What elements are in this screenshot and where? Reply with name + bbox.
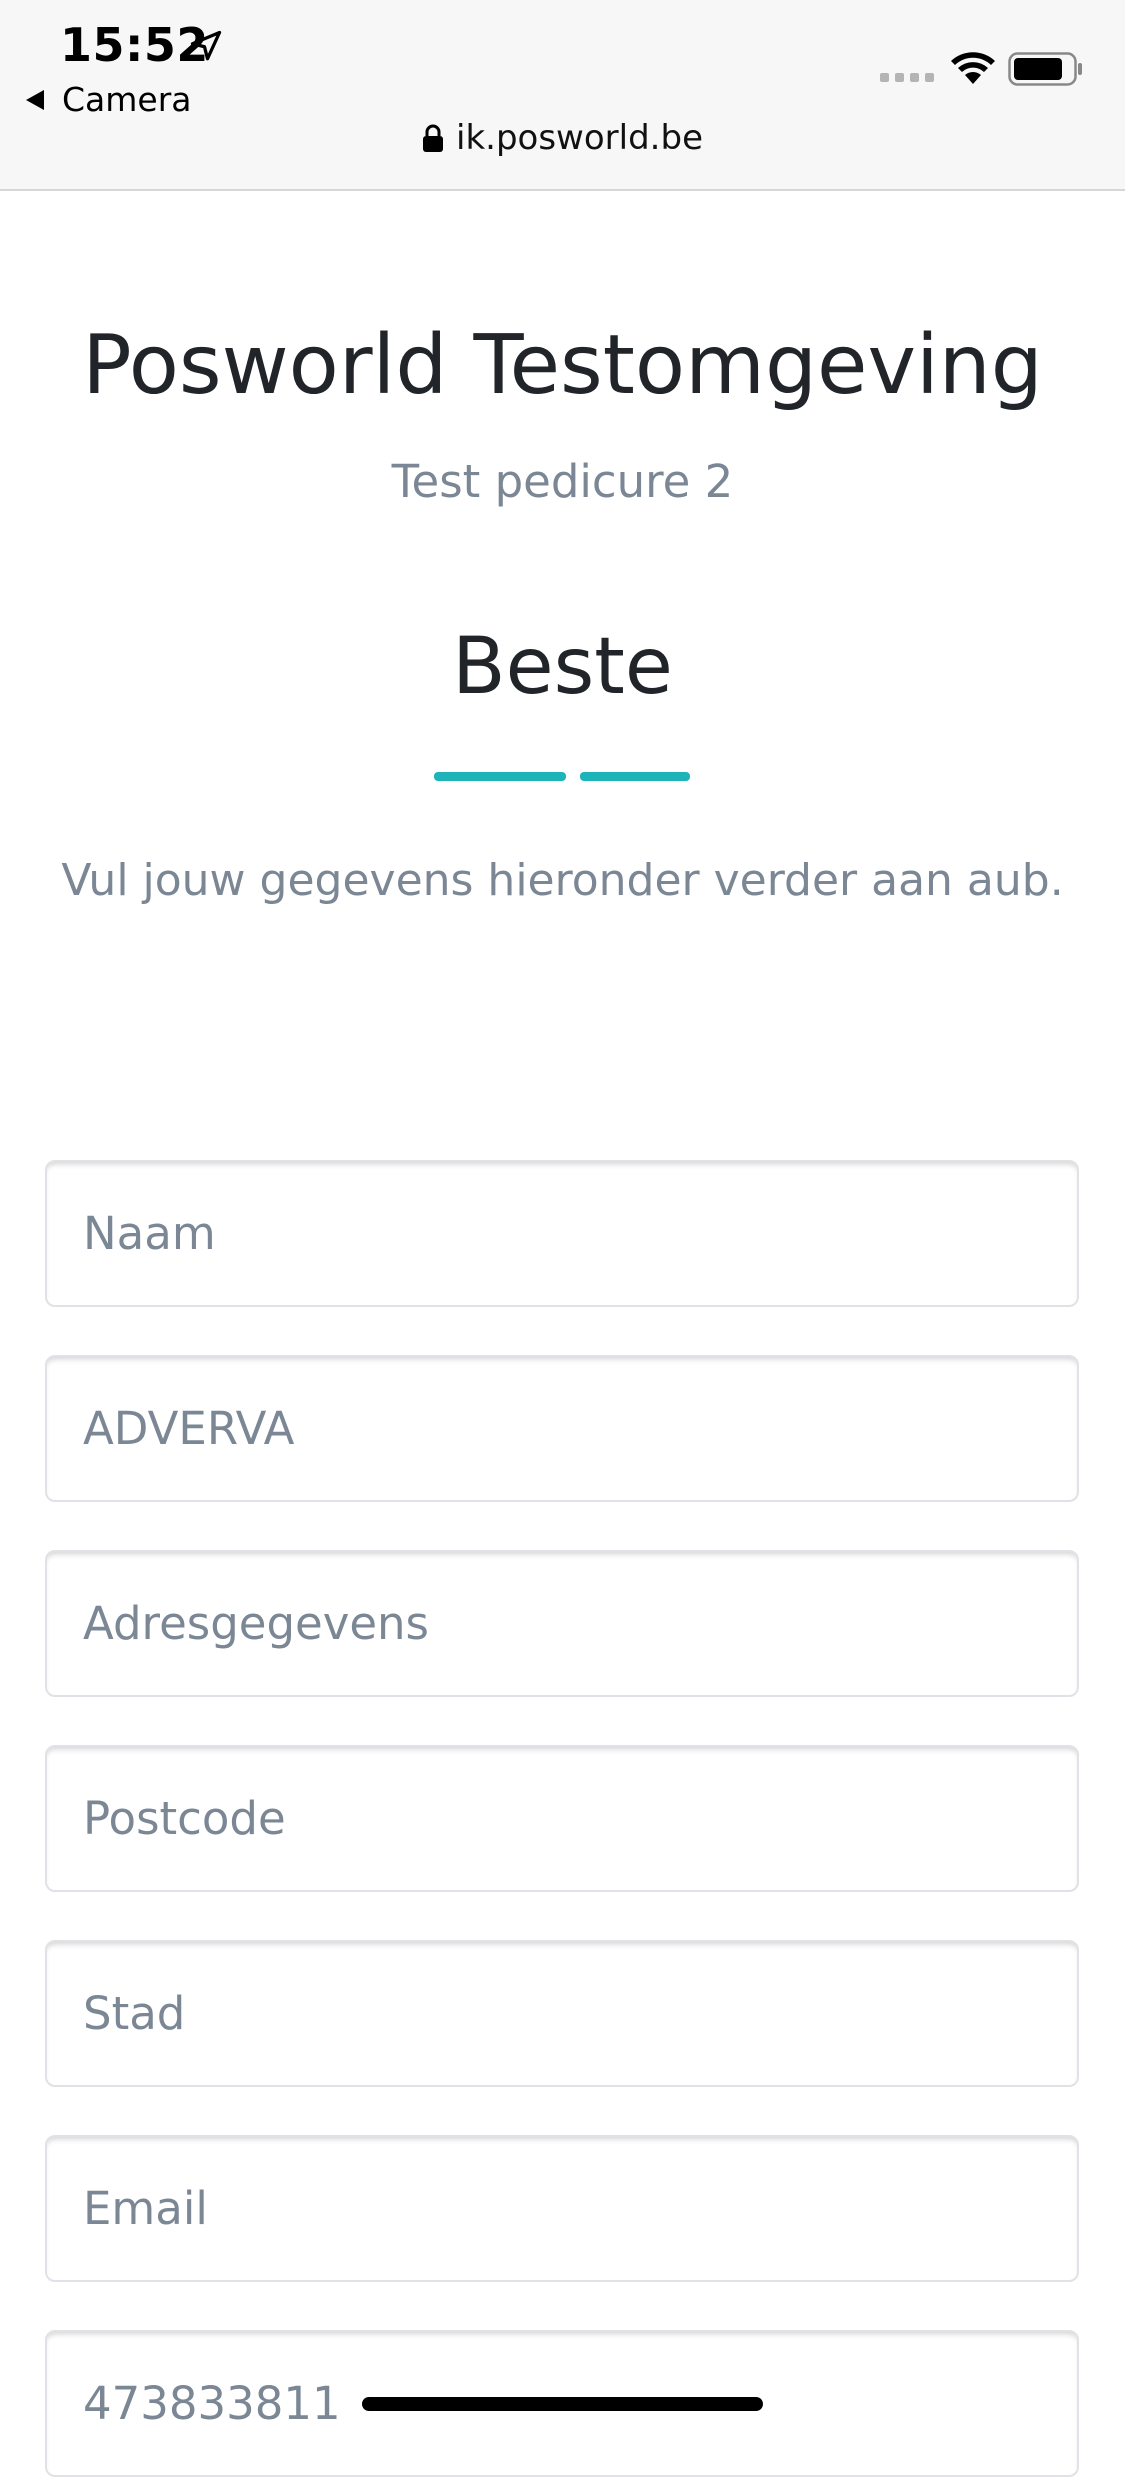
city-field[interactable]: [45, 1940, 1079, 2087]
back-arrow-icon: [26, 89, 44, 110]
greeting-heading: Beste: [452, 622, 673, 712]
name-field[interactable]: [45, 1160, 1079, 1307]
address-field[interactable]: [45, 1550, 1079, 1697]
postcode-field[interactable]: [45, 1745, 1079, 1892]
page-subtitle: Test pedicure 2: [391, 455, 734, 508]
email-field[interactable]: [45, 2135, 1079, 2282]
accent-divider-left: [434, 772, 566, 781]
wifi-icon: [951, 52, 995, 84]
home-indicator[interactable]: [362, 2397, 763, 2411]
accent-divider-right: [580, 772, 690, 781]
status-time: 15:52: [60, 18, 209, 72]
page-title: Posworld Testomgeving: [82, 318, 1043, 413]
back-app-label: Camera: [62, 80, 192, 119]
lock-icon: [423, 124, 444, 152]
url-text: ik.posworld.be: [456, 118, 703, 158]
back-to-camera-link[interactable]: Camera: [26, 80, 192, 119]
cellular-signal-icon: [880, 73, 934, 82]
address-bar[interactable]: ik.posworld.be: [0, 118, 1125, 158]
company-field[interactable]: [45, 1355, 1079, 1502]
browser-top-bar: 15:52 Camera ik.posworld.be: [0, 0, 1125, 191]
battery-icon: [1008, 52, 1082, 86]
instruction-text: Vul jouw gegevens hieronder verder aan a…: [61, 855, 1064, 906]
location-arrow-icon: [190, 30, 222, 61]
